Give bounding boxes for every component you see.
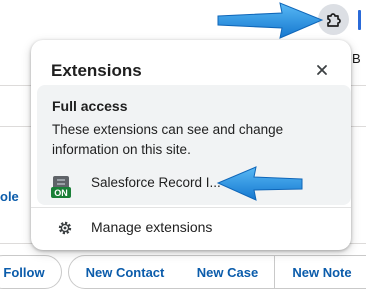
popup-title: Extensions — [51, 61, 142, 80]
extension-name: Salesforce Record I... — [91, 175, 221, 190]
partial-background-link[interactable]: ole — [0, 189, 19, 204]
manage-extensions-label: Manage extensions — [91, 219, 213, 235]
gear-icon — [58, 221, 72, 235]
popup-divider — [31, 207, 351, 208]
action-button-group: Follow New Contact New Case New Note — [0, 255, 366, 289]
close-icon — [317, 65, 327, 75]
annotation-arrow-toolbar — [217, 2, 324, 39]
puzzle-piece-icon — [326, 12, 341, 27]
close-button[interactable] — [312, 60, 332, 80]
extensions-popup: Extensions Full access These extensions … — [31, 40, 351, 250]
new-contact-button[interactable]: New Contact — [68, 255, 182, 289]
new-note-button[interactable]: New Note — [274, 255, 366, 289]
manage-extensions-item[interactable]: Manage extensions — [31, 212, 351, 244]
new-case-button[interactable]: New Case — [181, 255, 275, 289]
toolbar-edge-indicator — [358, 10, 361, 30]
badge-on-label: ON — [54, 188, 68, 198]
partial-background-text: B — [352, 51, 361, 66]
follow-button[interactable]: Follow — [0, 255, 62, 289]
annotation-arrow-extension — [216, 166, 303, 201]
salesforce-inspector-icon: ON — [51, 176, 71, 198]
access-description: These extensions can see and change info… — [52, 122, 284, 157]
access-heading: Full access — [52, 98, 128, 114]
